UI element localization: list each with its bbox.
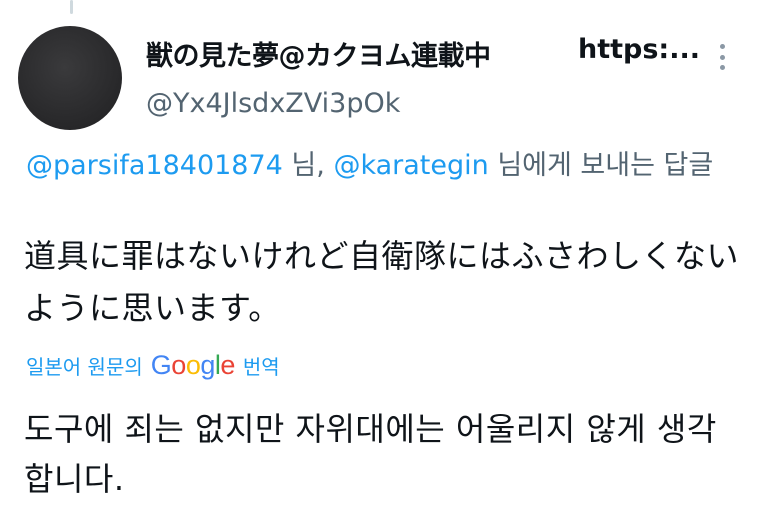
avatar[interactable] [18, 26, 122, 130]
display-name[interactable]: 獣の見た夢@カクヨム連載中 [146, 34, 491, 73]
user-handle[interactable]: @Yx4JlsdxZVi3pOk [146, 88, 400, 119]
translation-prefix: 일본어 원문의 [26, 355, 143, 379]
reply-suffix: 님에게 보내는 답글 [488, 150, 714, 181]
reply-separator: 님, [282, 150, 334, 181]
tweet-text: 道具に罪はないけれど自衛隊にはふさわしくないように思います。 [24, 237, 740, 327]
mention-link[interactable]: @karategin [333, 150, 488, 181]
translation-attribution[interactable]: 일본어 원문의 Google 번역 [26, 350, 280, 381]
mention-link[interactable]: @parsifa18401874 [26, 150, 283, 181]
thread-connector-line [70, 0, 73, 14]
display-name-url[interactable]: https:... [578, 34, 700, 65]
translated-text: 도구에 죄는 없지만 자위대에는 어울리지 않게 생각합니다. [24, 410, 717, 498]
google-logo: Google [150, 350, 236, 380]
translation-suffix: 번역 [242, 355, 280, 379]
more-vertical-icon[interactable] [712, 40, 732, 74]
reply-context: @parsifa18401874 님, @karategin 님에게 보내는 답… [26, 146, 736, 186]
